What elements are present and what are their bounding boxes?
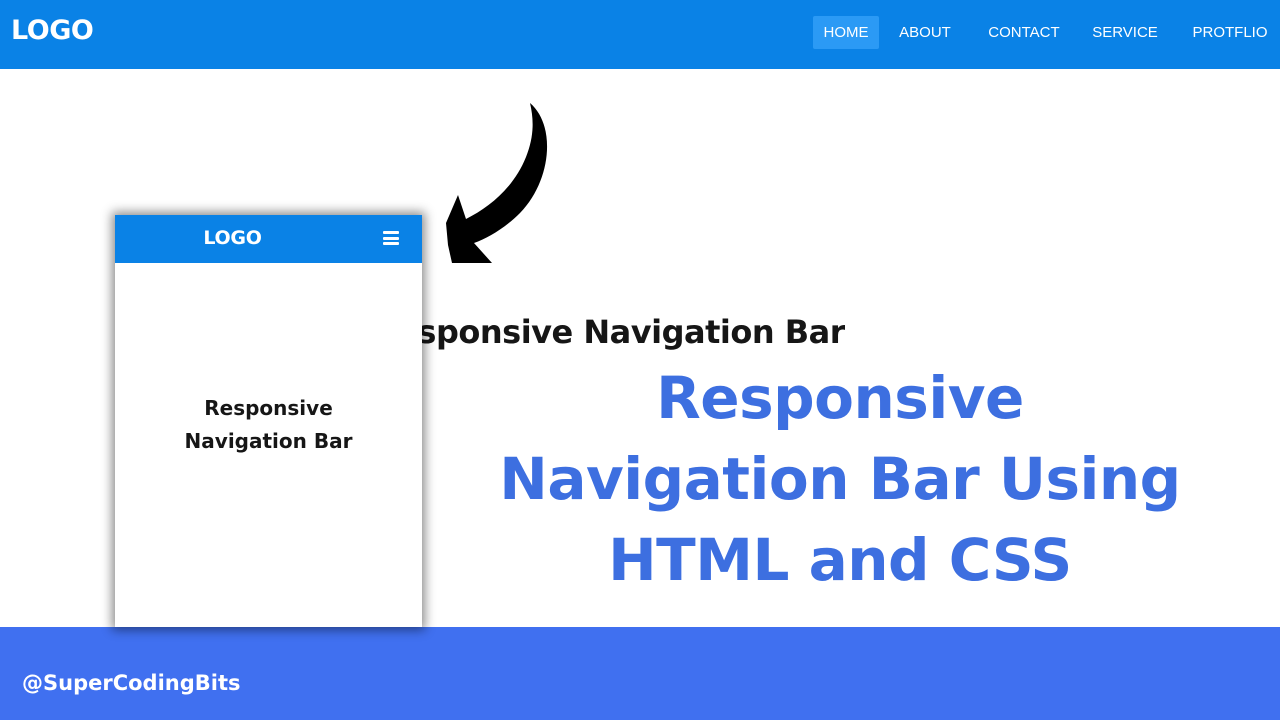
mobile-heading-line2: Navigation Bar	[184, 429, 353, 453]
curved-arrow-icon	[446, 103, 548, 263]
mobile-logo[interactable]: LOGO	[115, 227, 350, 249]
channel-handle: @SuperCodingBits	[22, 671, 241, 695]
nav-link-contact[interactable]: CONTACT	[984, 16, 1064, 49]
main-title: Responsive Navigation Bar Using HTML and…	[440, 358, 1240, 601]
title-line3: HTML and CSS	[608, 526, 1072, 594]
mobile-navbar: LOGO	[115, 215, 422, 263]
title-line1: Responsive	[656, 364, 1024, 432]
nav-link-home[interactable]: HOME	[813, 16, 879, 49]
mobile-heading: Responsive Navigation Bar	[115, 392, 422, 458]
title-line2: Navigation Bar Using	[499, 445, 1181, 513]
site-logo[interactable]: LOGO	[11, 15, 94, 46]
footer-band: @SuperCodingBits	[0, 627, 1280, 720]
nav-link-about[interactable]: ABOUT	[895, 16, 955, 49]
mobile-preview: LOGO Responsive Navigation Bar	[115, 215, 422, 627]
hamburger-icon[interactable]	[383, 231, 399, 245]
desktop-navbar: LOGO HOME ABOUT CONTACT SERVICE PROTFLIO	[0, 0, 1280, 69]
mobile-heading-line1: Responsive	[204, 396, 333, 420]
nav-link-service[interactable]: SERVICE	[1092, 16, 1158, 49]
nav-link-portfolio[interactable]: PROTFLIO	[1190, 16, 1270, 49]
